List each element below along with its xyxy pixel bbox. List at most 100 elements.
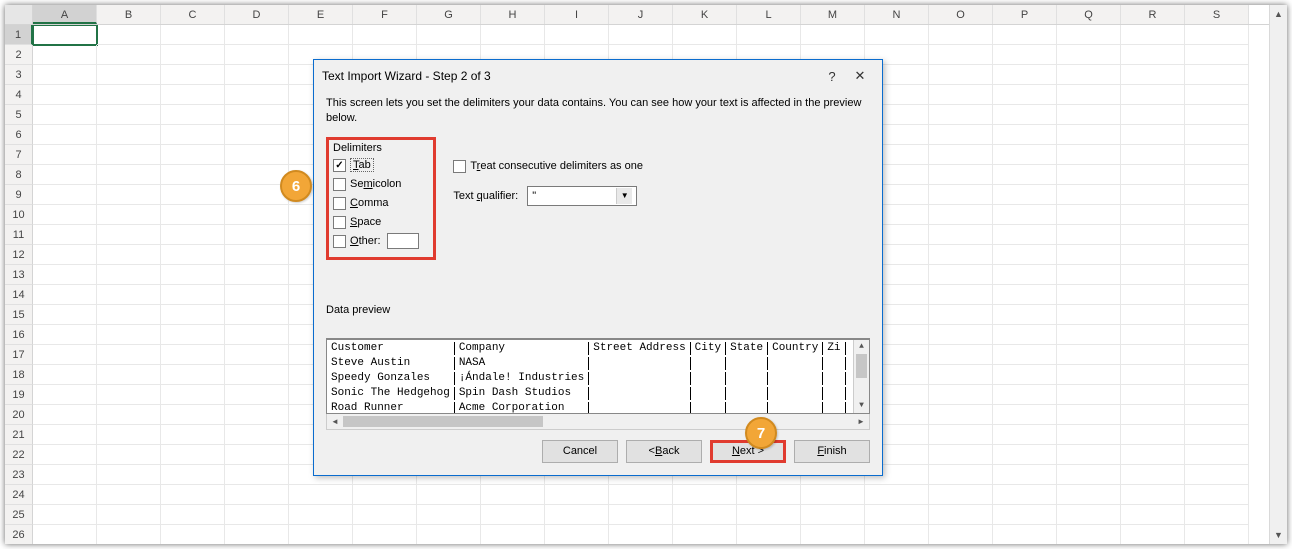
cell-P22[interactable] [993, 445, 1057, 465]
cell-O25[interactable] [929, 505, 993, 525]
cell-H1[interactable] [481, 25, 545, 45]
cell-Q23[interactable] [1057, 465, 1121, 485]
row-header-14[interactable]: 14 [5, 285, 33, 305]
cell-S9[interactable] [1185, 185, 1249, 205]
back-button[interactable]: < Back [626, 440, 702, 463]
column-header-E[interactable]: E [289, 5, 353, 24]
cell-O8[interactable] [929, 165, 993, 185]
cell-C6[interactable] [161, 125, 225, 145]
cell-P19[interactable] [993, 385, 1057, 405]
other-checkbox[interactable] [333, 235, 346, 248]
column-header-R[interactable]: R [1121, 5, 1185, 24]
cell-B22[interactable] [97, 445, 161, 465]
cell-A17[interactable] [33, 345, 97, 365]
cell-C10[interactable] [161, 205, 225, 225]
cell-Q1[interactable] [1057, 25, 1121, 45]
cell-P1[interactable] [993, 25, 1057, 45]
cell-Q9[interactable] [1057, 185, 1121, 205]
cell-B15[interactable] [97, 305, 161, 325]
cell-C18[interactable] [161, 365, 225, 385]
cell-B3[interactable] [97, 65, 161, 85]
cell-F26[interactable] [353, 525, 417, 544]
cell-B19[interactable] [97, 385, 161, 405]
preview-vertical-scrollbar[interactable]: ▲ ▼ [853, 340, 869, 413]
cell-R1[interactable] [1121, 25, 1185, 45]
cell-R22[interactable] [1121, 445, 1185, 465]
cell-O12[interactable] [929, 245, 993, 265]
cell-R9[interactable] [1121, 185, 1185, 205]
cell-R4[interactable] [1121, 85, 1185, 105]
cell-R11[interactable] [1121, 225, 1185, 245]
cell-P25[interactable] [993, 505, 1057, 525]
cell-S17[interactable] [1185, 345, 1249, 365]
cell-C17[interactable] [161, 345, 225, 365]
cell-C14[interactable] [161, 285, 225, 305]
cell-Q2[interactable] [1057, 45, 1121, 65]
cell-C20[interactable] [161, 405, 225, 425]
cell-I24[interactable] [545, 485, 609, 505]
cell-M26[interactable] [801, 525, 865, 544]
cell-I1[interactable] [545, 25, 609, 45]
cell-O21[interactable] [929, 425, 993, 445]
cell-C21[interactable] [161, 425, 225, 445]
row-header-4[interactable]: 4 [5, 85, 33, 105]
cell-C19[interactable] [161, 385, 225, 405]
cell-J24[interactable] [609, 485, 673, 505]
cell-S22[interactable] [1185, 445, 1249, 465]
cell-C9[interactable] [161, 185, 225, 205]
cell-D1[interactable] [225, 25, 289, 45]
row-header-15[interactable]: 15 [5, 305, 33, 325]
cell-E24[interactable] [289, 485, 353, 505]
cell-D26[interactable] [225, 525, 289, 544]
cell-S5[interactable] [1185, 105, 1249, 125]
cell-C15[interactable] [161, 305, 225, 325]
cell-B17[interactable] [97, 345, 161, 365]
cell-O1[interactable] [929, 25, 993, 45]
cell-B14[interactable] [97, 285, 161, 305]
cell-L24[interactable] [737, 485, 801, 505]
cell-B7[interactable] [97, 145, 161, 165]
preview-horizontal-scrollbar[interactable]: ◄ ► [326, 414, 870, 430]
cell-Q7[interactable] [1057, 145, 1121, 165]
row-header-21[interactable]: 21 [5, 425, 33, 445]
cell-D14[interactable] [225, 285, 289, 305]
cell-D4[interactable] [225, 85, 289, 105]
row-header-25[interactable]: 25 [5, 505, 33, 525]
scroll-up-icon[interactable]: ▲ [854, 340, 869, 354]
cell-K25[interactable] [673, 505, 737, 525]
cell-P6[interactable] [993, 125, 1057, 145]
cell-D15[interactable] [225, 305, 289, 325]
cell-O18[interactable] [929, 365, 993, 385]
treat-consecutive-checkbox[interactable] [453, 160, 466, 173]
cell-B11[interactable] [97, 225, 161, 245]
cell-R20[interactable] [1121, 405, 1185, 425]
cell-R7[interactable] [1121, 145, 1185, 165]
cell-A11[interactable] [33, 225, 97, 245]
scroll-down-icon[interactable]: ▼ [1270, 526, 1287, 544]
cell-S6[interactable] [1185, 125, 1249, 145]
cell-R2[interactable] [1121, 45, 1185, 65]
cell-C3[interactable] [161, 65, 225, 85]
row-header-26[interactable]: 26 [5, 525, 33, 544]
row-header-7[interactable]: 7 [5, 145, 33, 165]
cell-R10[interactable] [1121, 205, 1185, 225]
cell-B20[interactable] [97, 405, 161, 425]
cell-R8[interactable] [1121, 165, 1185, 185]
row-header-12[interactable]: 12 [5, 245, 33, 265]
cell-F1[interactable] [353, 25, 417, 45]
cell-S23[interactable] [1185, 465, 1249, 485]
cell-A12[interactable] [33, 245, 97, 265]
cell-S21[interactable] [1185, 425, 1249, 445]
column-header-S[interactable]: S [1185, 5, 1249, 24]
cell-A23[interactable] [33, 465, 97, 485]
cell-M24[interactable] [801, 485, 865, 505]
cell-D23[interactable] [225, 465, 289, 485]
cell-Q22[interactable] [1057, 445, 1121, 465]
cell-A7[interactable] [33, 145, 97, 165]
cell-A4[interactable] [33, 85, 97, 105]
cell-A19[interactable] [33, 385, 97, 405]
cell-O16[interactable] [929, 325, 993, 345]
cell-O24[interactable] [929, 485, 993, 505]
row-header-11[interactable]: 11 [5, 225, 33, 245]
cell-S12[interactable] [1185, 245, 1249, 265]
